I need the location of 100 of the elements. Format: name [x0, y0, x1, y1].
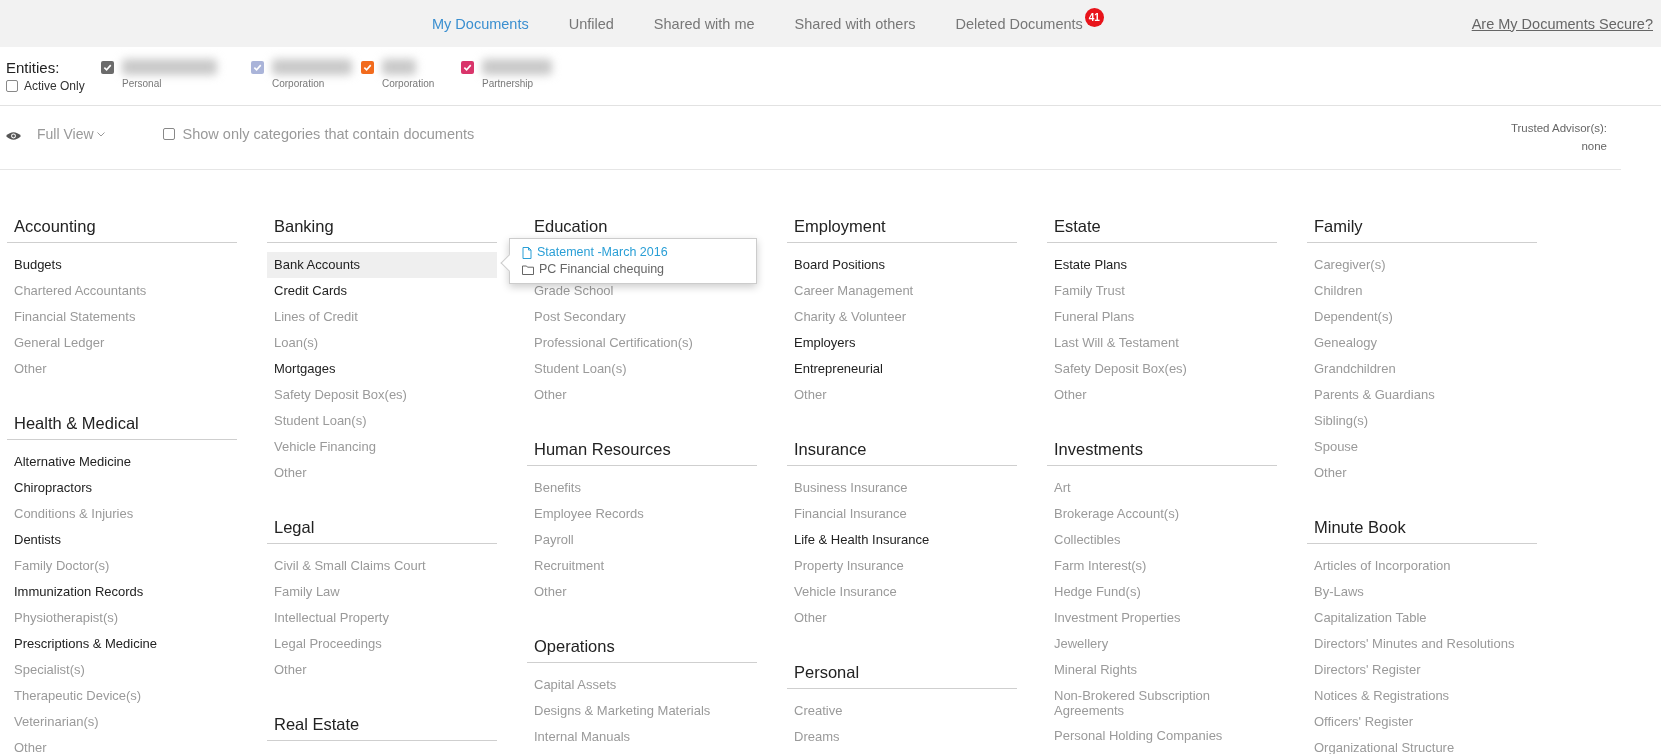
category-item[interactable]: Dependent(s)	[1307, 304, 1537, 330]
category-item[interactable]: Directors' Register	[1307, 657, 1537, 683]
category-item[interactable]: Charity & Volunteer	[787, 304, 1017, 330]
category-item[interactable]: Board Positions	[787, 252, 1017, 278]
category-item[interactable]: Employee Records	[527, 501, 757, 527]
nav-tab[interactable]: Unfiled	[568, 3, 614, 44]
category-item[interactable]: Collectibles	[1047, 527, 1277, 553]
category-item[interactable]: Mortgages	[267, 356, 497, 382]
category-item[interactable]: Other	[1307, 460, 1537, 486]
category-item[interactable]: Dreams	[787, 724, 1017, 750]
category-item[interactable]: Estate Plans	[1047, 252, 1277, 278]
category-item[interactable]: Conditions & Injuries	[7, 501, 237, 527]
category-item[interactable]: By-Laws	[1307, 579, 1537, 605]
category-item[interactable]: Other	[787, 382, 1017, 408]
category-item[interactable]: Property Insurance	[787, 553, 1017, 579]
category-item[interactable]: Payroll	[527, 527, 757, 553]
category-item[interactable]: Farm Interest(s)	[1047, 553, 1277, 579]
category-item[interactable]: Family Law	[267, 579, 497, 605]
category-item[interactable]: Children	[1307, 278, 1537, 304]
folder-link[interactable]: PC Financial chequing	[522, 262, 744, 277]
category-item[interactable]: Credit Cards	[267, 278, 497, 304]
document-link[interactable]: Statement -March 2016	[522, 245, 744, 260]
category-item[interactable]: Hedge Fund(s)	[1047, 579, 1277, 605]
category-item[interactable]: Safety Deposit Box(es)	[267, 382, 497, 408]
category-item[interactable]: Benefits	[527, 475, 757, 501]
category-item[interactable]: Prescriptions & Medicine	[7, 631, 237, 657]
category-item[interactable]: Post Secondary	[527, 304, 757, 330]
category-item[interactable]: Articles of Incorporation	[1307, 553, 1537, 579]
category-item[interactable]: Student Loan(s)	[527, 356, 757, 382]
category-item[interactable]: Business Insurance	[787, 475, 1017, 501]
category-item[interactable]: Intellectual Property	[267, 605, 497, 631]
category-item[interactable]: Vehicle Insurance	[787, 579, 1017, 605]
category-item[interactable]: Financial Statements	[7, 304, 237, 330]
category-item[interactable]: Capital Assets	[527, 672, 757, 698]
category-item[interactable]: Mineral Rights	[1047, 657, 1277, 683]
category-item[interactable]: General Ledger	[7, 330, 237, 356]
category-item[interactable]: Genealogy	[1307, 330, 1537, 356]
category-item[interactable]: Lines of Credit	[267, 304, 497, 330]
entity-checkbox[interactable]	[251, 61, 264, 74]
nav-tab[interactable]: Shared with me	[653, 3, 755, 44]
category-item[interactable]: Other	[527, 382, 757, 408]
category-item[interactable]: Internal Manuals	[527, 724, 757, 750]
category-item[interactable]: Student Loan(s)	[267, 408, 497, 434]
category-item[interactable]: Parents & Guardians	[1307, 382, 1537, 408]
category-item[interactable]: Safety Deposit Box(es)	[1047, 356, 1277, 382]
category-item[interactable]: Civil & Small Claims Court	[267, 553, 497, 579]
category-item[interactable]: Chiropractors	[7, 475, 237, 501]
category-item[interactable]: Other	[7, 356, 237, 382]
category-item[interactable]: Immunization Records	[7, 579, 237, 605]
category-item[interactable]: Alternative Medicine	[7, 449, 237, 475]
category-item[interactable]: Entrepreneurial	[787, 356, 1017, 382]
category-item[interactable]: Capitalization Table	[1307, 605, 1537, 631]
nav-tab[interactable]: Shared with others	[794, 3, 916, 44]
category-item[interactable]: Last Will & Testament	[1047, 330, 1277, 356]
category-item[interactable]: Designs & Marketing Materials	[527, 698, 757, 724]
category-item[interactable]: Family Trust	[1047, 278, 1277, 304]
category-item[interactable]: Therapeutic Device(s)	[7, 683, 237, 709]
category-item[interactable]: Loan(s)	[267, 330, 497, 356]
category-item[interactable]: Organizational Structure	[1307, 735, 1537, 754]
category-item[interactable]: Legal Proceedings	[267, 631, 497, 657]
category-item[interactable]: Employers	[787, 330, 1017, 356]
category-item[interactable]: Grandchildren	[1307, 356, 1537, 382]
category-item[interactable]: Jewellery	[1047, 631, 1277, 657]
category-item[interactable]: Notices & Registrations	[1307, 683, 1537, 709]
entity-checkbox[interactable]	[461, 61, 474, 74]
category-item[interactable]: Brokerage Account(s)	[1047, 501, 1277, 527]
category-item[interactable]: Family Doctor(s)	[7, 553, 237, 579]
category-item[interactable]: Directors' Minutes and Resolutions	[1307, 631, 1537, 657]
category-item[interactable]: Non-Brokered Subscription Agreements	[1047, 683, 1277, 723]
category-item[interactable]: Specialist(s)	[7, 657, 237, 683]
security-link[interactable]: Are My Documents Secure?	[1471, 15, 1653, 32]
category-item[interactable]: Sibling(s)	[1307, 408, 1537, 434]
category-item[interactable]: Funeral Plans	[1047, 304, 1277, 330]
category-item[interactable]: Spouse	[1307, 434, 1537, 460]
category-item[interactable]: Officers' Register	[1307, 709, 1537, 735]
category-item[interactable]: Financial Insurance	[787, 501, 1017, 527]
category-item[interactable]: Other	[267, 657, 497, 683]
category-item[interactable]: Other	[267, 460, 497, 486]
category-item[interactable]: Dentists	[7, 527, 237, 553]
category-item[interactable]: Life & Health Insurance	[787, 527, 1017, 553]
checkbox[interactable]	[162, 128, 175, 140]
category-item[interactable]: Physiotherapist(s)	[7, 605, 237, 631]
category-item[interactable]: Veterinarian(s)	[7, 709, 237, 735]
category-item[interactable]: Other	[1047, 382, 1277, 408]
entity-checkbox[interactable]	[361, 61, 374, 74]
view-dropdown[interactable]: Full View	[37, 126, 105, 142]
category-item[interactable]: Investment Properties	[1047, 605, 1277, 631]
category-item[interactable]: Budgets	[7, 252, 237, 278]
category-item[interactable]: Chartered Accountants	[7, 278, 237, 304]
category-item[interactable]: Caregiver(s)	[1307, 252, 1537, 278]
category-item[interactable]: Personal Holding Companies	[1047, 723, 1277, 749]
category-item[interactable]: Other	[787, 605, 1017, 631]
category-item[interactable]: Professional Certification(s)	[527, 330, 757, 356]
category-item[interactable]: Career Management	[787, 278, 1017, 304]
checkbox[interactable]	[6, 80, 18, 92]
category-item[interactable]: Art	[1047, 475, 1277, 501]
category-item[interactable]: Recruitment	[527, 553, 757, 579]
category-item[interactable]: Other	[7, 735, 237, 754]
category-item[interactable]: Other	[527, 579, 757, 605]
entity-checkbox[interactable]	[101, 61, 114, 74]
